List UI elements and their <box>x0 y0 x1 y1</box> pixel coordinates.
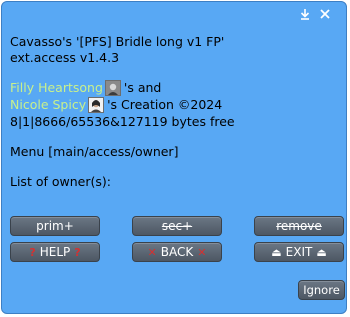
creator-line-1: Filly Heartsong 's and <box>10 80 161 96</box>
eject-icon: ⏏ <box>271 245 282 259</box>
cross-icon: ✕ <box>197 245 207 259</box>
ignore-label: Ignore <box>303 283 340 297</box>
creator-line-2: Nicole Spicy 's Creation ©2024 <box>10 97 222 113</box>
back-label: BACK <box>160 245 194 259</box>
creator-link-filly[interactable]: Filly Heartsong <box>10 80 103 96</box>
object-name-text: Cavasso's '[PFS] Bridle long v1 FP' <box>10 34 225 49</box>
menu-path-text: Menu [main/access/owner] <box>10 144 179 159</box>
exit-label: EXIT <box>285 245 313 259</box>
creation-text: 's Creation ©2024 <box>107 97 223 112</box>
remove-button[interactable]: remove <box>254 216 344 236</box>
owners-list-label: List of owner(s): <box>10 174 111 189</box>
and-text: 's and <box>123 80 162 95</box>
prim-plus-button[interactable]: prim+ <box>10 216 100 236</box>
exit-button[interactable]: ⏏ EXIT ⏏ <box>254 242 344 262</box>
creator-link-nicole[interactable]: Nicole Spicy <box>10 97 86 113</box>
creator-avatar-icon <box>88 97 105 113</box>
creator-avatar-icon <box>104 80 121 96</box>
remove-label: remove <box>276 219 322 233</box>
version-text: ext.access v1.4.3 <box>10 50 120 65</box>
cross-icon: ✕ <box>147 245 157 259</box>
question-icon: ? <box>29 245 36 259</box>
help-button[interactable]: ? HELP ? <box>10 242 100 262</box>
script-dialog: Cavasso's '[PFS] Bridle long v1 FP' ext.… <box>1 1 347 314</box>
bytes-free-text: 8|1|8666/65536&127119 bytes free <box>10 114 235 129</box>
close-icon[interactable] <box>318 7 332 21</box>
help-label: HELP <box>39 245 71 259</box>
back-button[interactable]: ✕ BACK ✕ <box>132 242 222 262</box>
ignore-button[interactable]: Ignore <box>298 280 345 300</box>
sec-plus-button[interactable]: sec+ <box>132 216 222 236</box>
sec-plus-label: sec+ <box>161 219 193 233</box>
minimize-icon[interactable] <box>298 7 312 21</box>
prim-plus-label: prim+ <box>36 219 74 233</box>
question-icon: ? <box>74 245 81 259</box>
eject-icon: ⏏ <box>316 245 327 259</box>
